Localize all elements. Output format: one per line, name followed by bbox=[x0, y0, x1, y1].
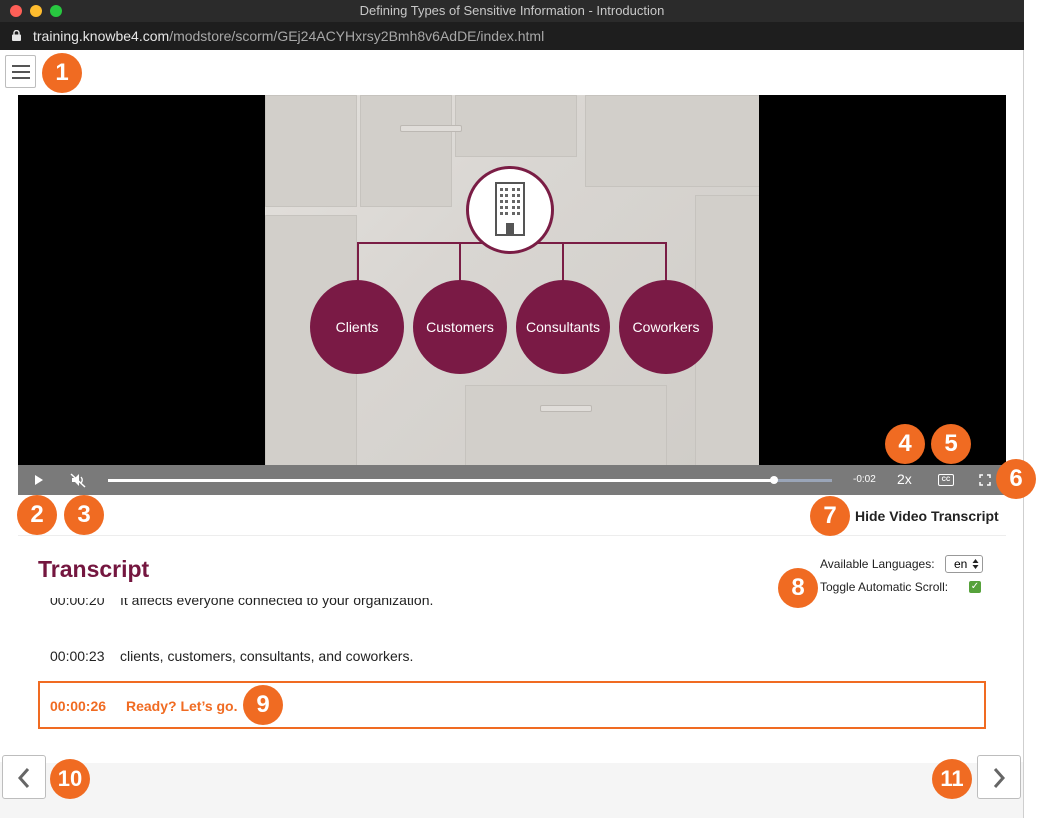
callout-badge: 9 bbox=[243, 685, 283, 725]
callout-badge: 7 bbox=[810, 496, 850, 536]
page-border bbox=[1023, 50, 1024, 818]
minimize-window-button[interactable] bbox=[30, 5, 42, 17]
callout-badge: 11 bbox=[932, 759, 972, 799]
org-connector bbox=[357, 242, 359, 282]
url-host: training.knowbe4.com bbox=[33, 28, 170, 44]
chevron-left-icon bbox=[17, 768, 30, 788]
play-icon[interactable] bbox=[35, 475, 43, 485]
chevron-right-icon bbox=[993, 768, 1006, 788]
slide-node-clients: Clients bbox=[310, 280, 404, 374]
slide-node-customers: Customers bbox=[413, 280, 507, 374]
cabinet-drawer bbox=[585, 95, 759, 187]
callout-badge: 6 bbox=[996, 459, 1036, 499]
progress-fill bbox=[108, 479, 775, 482]
playback-rate-button[interactable]: 2x bbox=[897, 471, 912, 487]
callout-badge: 8 bbox=[778, 568, 818, 608]
language-value: en bbox=[954, 557, 968, 571]
slide-node-coworkers: Coworkers bbox=[619, 280, 713, 374]
callout-badge: 3 bbox=[64, 495, 104, 535]
hamburger-icon-bar bbox=[12, 77, 30, 79]
menu-button[interactable] bbox=[5, 55, 36, 88]
hamburger-icon-bar bbox=[12, 65, 30, 67]
transcript-line-current[interactable]: 00:00:26 Ready? Let’s go. bbox=[50, 698, 238, 714]
drawer-handle bbox=[540, 405, 592, 412]
language-select[interactable]: en bbox=[945, 555, 983, 573]
video-slide bbox=[265, 95, 759, 465]
org-connector bbox=[459, 242, 461, 282]
transcript-timestamp: 00:00:23 bbox=[50, 648, 105, 664]
transcript-text: It affects everyone connected to your or… bbox=[120, 598, 434, 608]
organization-node bbox=[466, 166, 554, 254]
closed-captions-icon[interactable]: CC bbox=[938, 474, 954, 486]
callout-badge: 1 bbox=[42, 53, 82, 93]
url-path: /modstore/scorm/GEj24ACYHxrsy2Bmh8v6AdDE… bbox=[169, 28, 545, 44]
cabinet-drawer bbox=[465, 385, 667, 465]
cabinet-drawer bbox=[360, 95, 452, 207]
window-title: Defining Types of Sensitive Information … bbox=[359, 3, 665, 18]
hamburger-icon-bar bbox=[12, 71, 30, 73]
transcript-text: clients, customers, consultants, and cow… bbox=[120, 648, 414, 664]
cabinet-drawer bbox=[265, 95, 357, 207]
transcript-text: Ready? Let’s go. bbox=[126, 698, 238, 714]
select-arrows-icon bbox=[972, 559, 979, 569]
previous-button[interactable] bbox=[2, 755, 46, 799]
transcript-title: Transcript bbox=[38, 556, 150, 582]
page-footer-area bbox=[0, 762, 1023, 818]
mute-icon[interactable] bbox=[70, 472, 86, 488]
auto-scroll-checkbox[interactable]: ✓ bbox=[969, 581, 981, 593]
org-connector bbox=[665, 242, 667, 282]
transcript-line[interactable]: 00:00:20 It affects everyone connected to… bbox=[50, 598, 433, 610]
building-icon bbox=[495, 182, 525, 236]
zoom-window-button[interactable] bbox=[50, 5, 62, 17]
languages-label: Available Languages: bbox=[820, 557, 935, 571]
org-connector bbox=[562, 242, 564, 282]
url-text: training.knowbe4.com/modstore/scorm/GEj2… bbox=[33, 22, 544, 50]
transcript-timestamp: 00:00:26 bbox=[50, 698, 107, 714]
hide-transcript-link[interactable]: Hide Video Transcript bbox=[855, 508, 999, 524]
lock-icon bbox=[12, 30, 21, 41]
next-button[interactable] bbox=[977, 755, 1021, 799]
cabinet-drawer bbox=[455, 95, 577, 157]
callout-badge: 4 bbox=[885, 424, 925, 464]
progress-bar[interactable] bbox=[108, 476, 832, 484]
callout-badge: 10 bbox=[50, 759, 90, 799]
window-titlebar: Defining Types of Sensitive Information … bbox=[0, 0, 1024, 22]
transcript-line[interactable]: 00:00:23 clients, customers, consultants,… bbox=[50, 648, 413, 664]
close-window-button[interactable] bbox=[10, 5, 22, 17]
callout-badge: 2 bbox=[17, 495, 57, 535]
callout-badge: 5 bbox=[931, 424, 971, 464]
time-remaining: -0:02 bbox=[853, 474, 876, 485]
auto-scroll-label: Toggle Automatic Scroll: bbox=[820, 580, 949, 594]
transcript-timestamp: 00:00:20 bbox=[50, 598, 105, 608]
drawer-handle bbox=[400, 125, 462, 132]
fullscreen-icon[interactable] bbox=[979, 474, 991, 486]
address-bar[interactable]: training.knowbe4.com/modstore/scorm/GEj2… bbox=[0, 22, 1024, 50]
slide-node-consultants: Consultants bbox=[516, 280, 610, 374]
